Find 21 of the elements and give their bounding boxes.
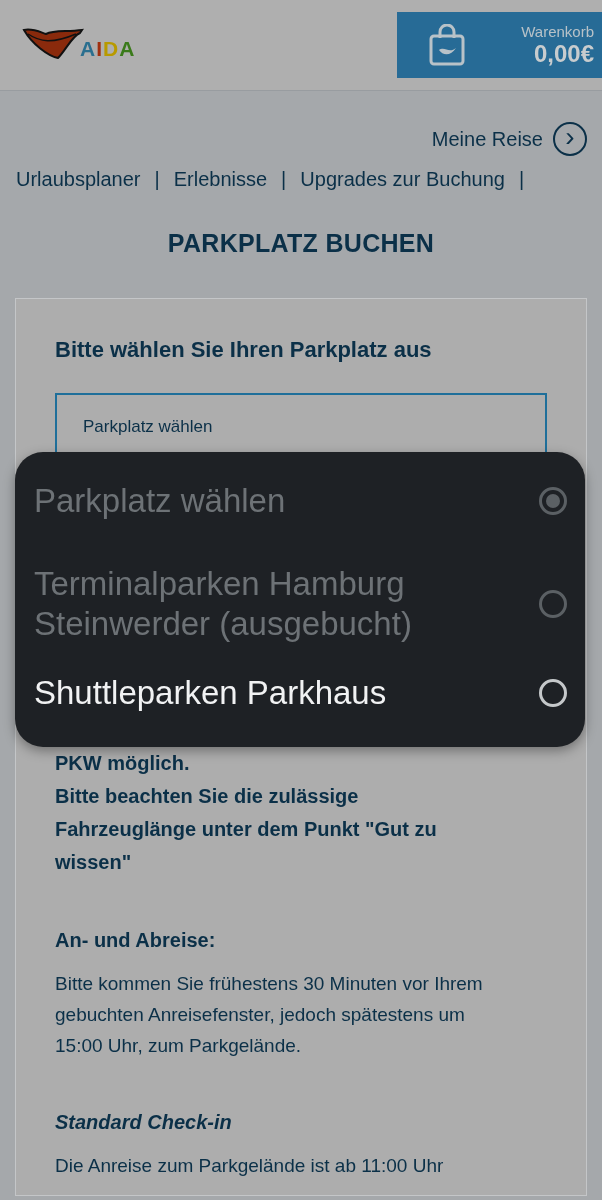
section-title: An- und Abreise:	[55, 929, 217, 952]
section-heading: Bitte wählen Sie Ihren Parkplatz aus	[55, 337, 433, 363]
section-title: Standard Check-in	[55, 1111, 233, 1134]
nav-link[interactable]: Urlaubsplaner	[16, 168, 141, 191]
cart-amount: 0,00€	[533, 39, 594, 68]
my-trip-link[interactable]: Meine Reise	[431, 127, 543, 151]
page-title: PARKPLATZ BUCHEN	[166, 229, 436, 258]
cart-label: Warenkorb	[521, 22, 594, 40]
logo-text[interactable]: AIDA	[80, 38, 136, 60]
shopping-bag-icon	[429, 24, 465, 66]
paragraph: Die Anreise zum Parkgelände ist ab 11:00 Uhr	[55, 1154, 445, 1178]
chevron-right-icon[interactable]: ›	[553, 122, 587, 156]
nav-separator: |	[154, 168, 160, 191]
notice-text: PKW möglich. Bitte beachten Sie die zulässige Fahrzeuglänge unter dem Punkt "Gut zu wissen"	[55, 751, 438, 875]
nav-link[interactable]: Erlebnisse	[173, 168, 268, 191]
dropdown-option[interactable]: Shuttleparken Parkhaus	[34, 658, 567, 728]
nav-link[interactable]: Upgrades zur Buchung	[300, 168, 505, 191]
paragraph: Bitte kommen Sie frühestens 30 Minuten vor Ihrem gebuchten Anreisefenster, jedoch spätestens um 15:00 Uhr, zum Parkgelände.	[55, 972, 484, 1058]
cart-button[interactable]: Warenkorb 0,00€	[397, 12, 602, 78]
nav-separator: |	[518, 168, 525, 191]
nav-separator: |	[281, 168, 287, 191]
